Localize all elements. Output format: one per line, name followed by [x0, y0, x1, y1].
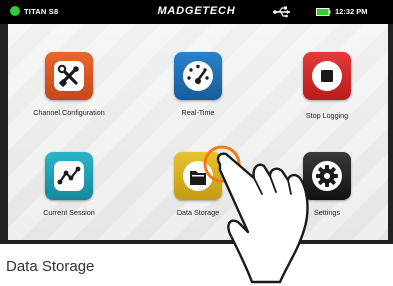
- caption-title: Data Storage: [6, 258, 95, 275]
- channel-configuration-button[interactable]: [45, 52, 93, 100]
- graph-icon: [54, 161, 84, 191]
- menu-label: Stop Logging: [305, 111, 349, 120]
- menu-label: Real-Time: [181, 108, 215, 117]
- battery-icon: [316, 8, 331, 16]
- gear-icon: [312, 161, 342, 191]
- pointing-hand-icon: [203, 145, 309, 284]
- stop-logging-button[interactable]: [303, 52, 351, 100]
- menu-label: Channel Configuration: [33, 108, 105, 117]
- status-bar: TITAN S8 MADGETECH 12:32 PM: [0, 0, 393, 24]
- status-time: 12:32 PM: [335, 7, 368, 16]
- menu-item-current-session[interactable]: Current Session: [15, 144, 123, 230]
- current-session-button[interactable]: [45, 152, 93, 200]
- stop-icon: [312, 61, 342, 91]
- tools-icon: [54, 61, 84, 91]
- menu-label: Current Session: [43, 208, 95, 217]
- menu-item-channel-configuration[interactable]: Channel Configuration: [15, 44, 123, 130]
- usb-icon: [273, 6, 290, 18]
- menu-item-stop-logging[interactable]: Stop Logging: [273, 44, 381, 130]
- real-time-button[interactable]: [174, 52, 222, 100]
- gauge-icon: [183, 61, 213, 91]
- menu-item-real-time[interactable]: Real-Time: [144, 44, 252, 130]
